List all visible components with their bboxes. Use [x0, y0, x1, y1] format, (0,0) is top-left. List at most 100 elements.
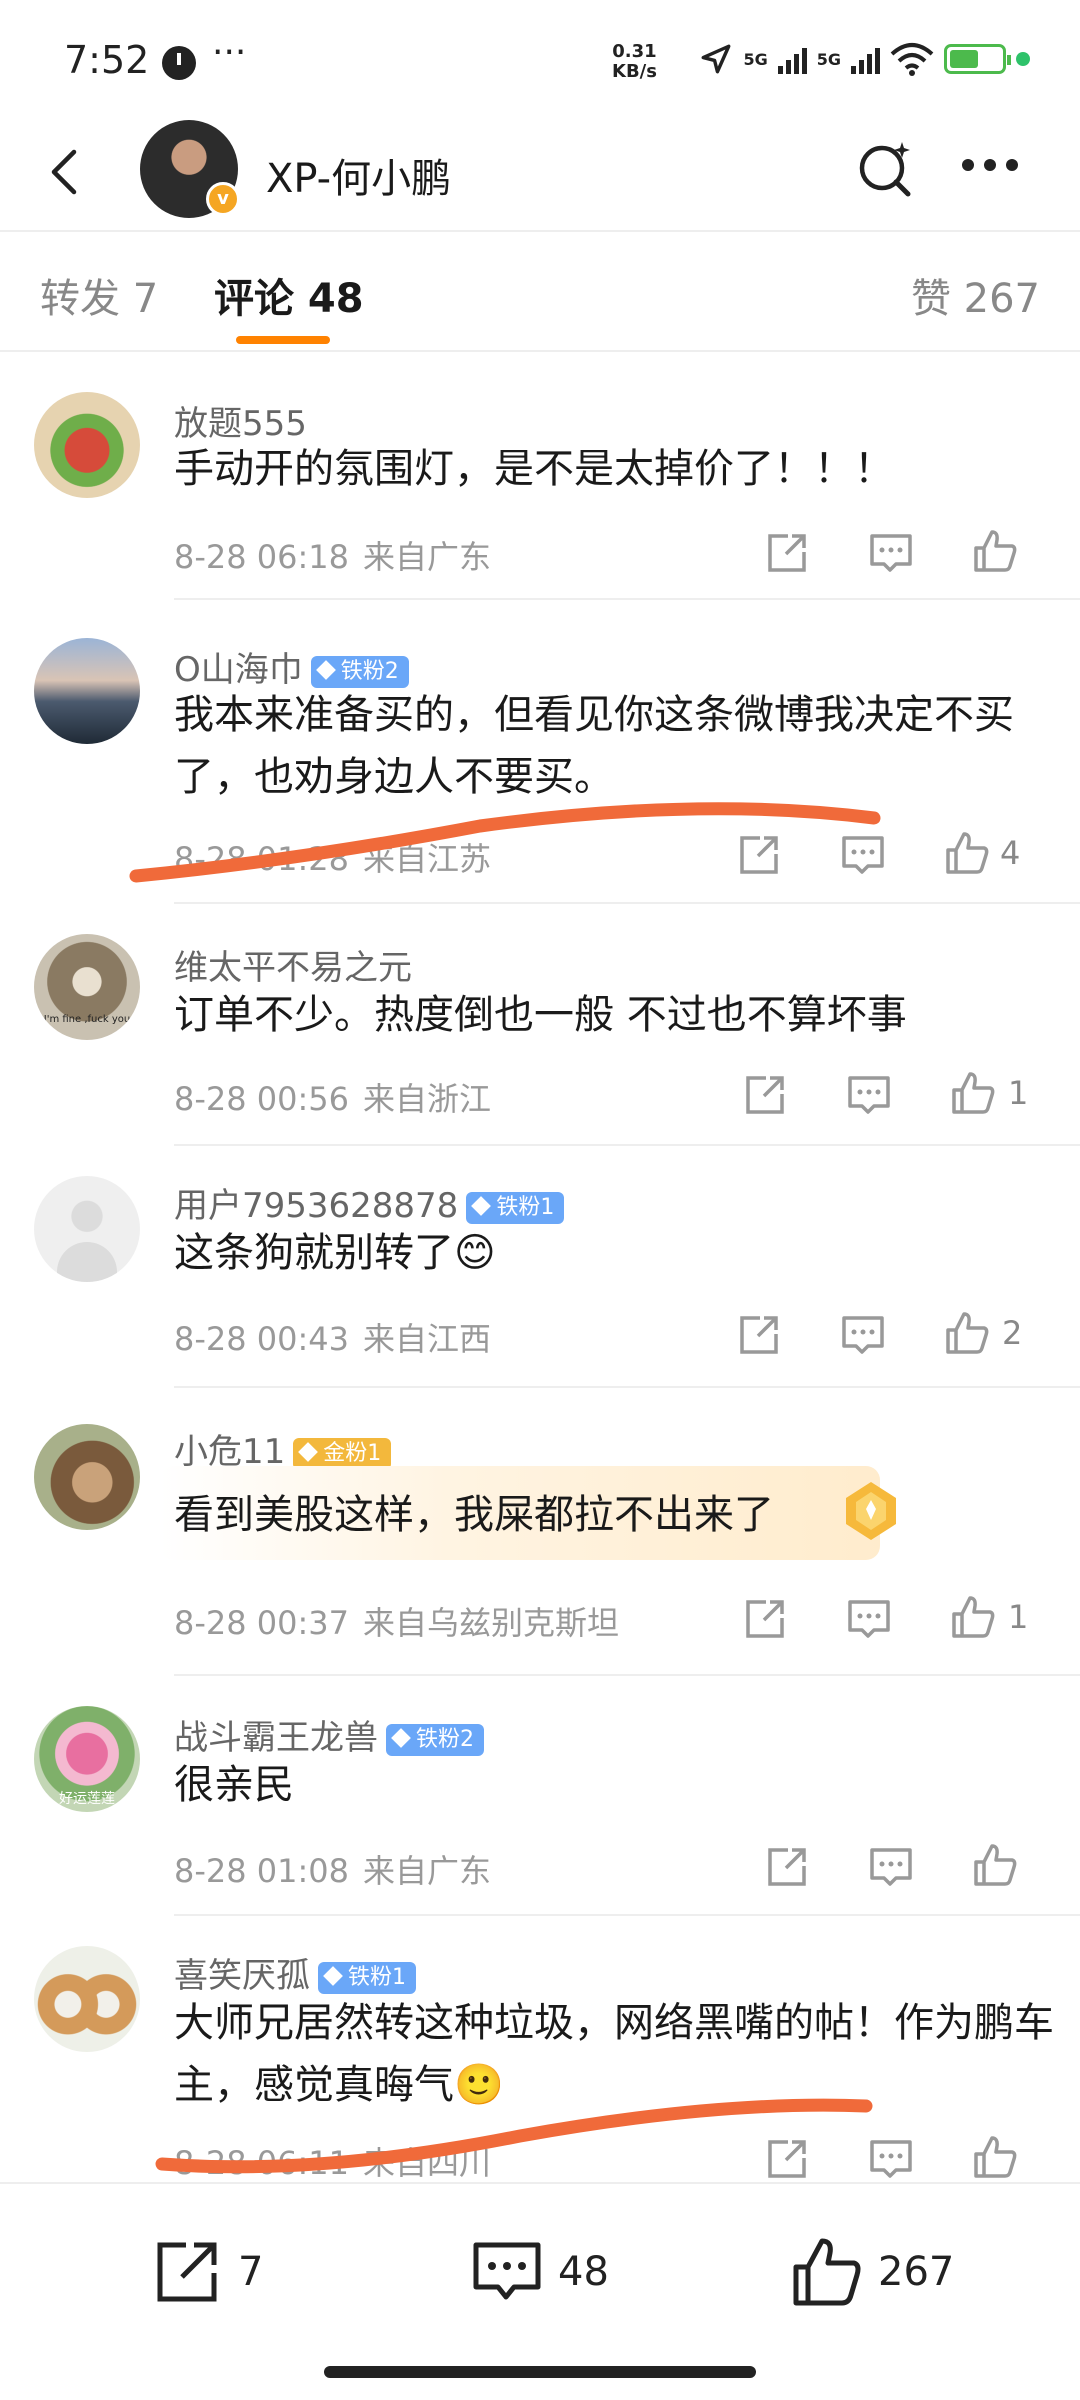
share-icon[interactable] [736, 1312, 782, 1358]
comment-text: 手动开的氛围灯，是不是太掉价了！！！ [174, 446, 894, 492]
comment-meta: 8-28 00:37 来自乌兹别克斯坦 [174, 1598, 619, 1644]
commenter-name[interactable]: 喜笑厌孤 [174, 1956, 310, 1996]
default-avatar-body [57, 1242, 117, 1282]
reply-icon[interactable] [846, 1596, 892, 1642]
commenter-avatar[interactable] [34, 392, 140, 498]
commenter-avatar[interactable]: 好运莲莲 [34, 1706, 140, 1812]
comment-location: 来自广东 [363, 538, 492, 576]
location-arrow-icon [702, 44, 731, 74]
commenter-name-row: 喜笑厌孤 铁粉1 [174, 1948, 416, 1997]
comment-location: 来自浙江 [363, 1080, 492, 1118]
like-count: 1 [1008, 1074, 1029, 1112]
clock-app-icon [162, 46, 196, 80]
share-icon[interactable] [742, 1072, 788, 1118]
like-thumb-icon[interactable] [972, 1842, 1018, 1888]
comment-text: 我本来准备买的，但看见你这条微博我决定不买了，也劝身边人不要买。 [174, 692, 1014, 800]
share-icon[interactable] [736, 832, 782, 878]
weibo-header: v XP-何小鹏 [0, 120, 1080, 230]
comment-divider [174, 902, 1080, 904]
signal-1-icon [777, 44, 807, 74]
like-count: 4 [1000, 834, 1021, 872]
fan-badge: 铁粉2 [310, 655, 409, 688]
repost-icon [157, 2242, 217, 2302]
reply-icon[interactable] [840, 1312, 886, 1358]
comment-divider [174, 598, 1080, 600]
like-thumb-icon [793, 2238, 861, 2306]
comment-divider [174, 1674, 1080, 1676]
reply-icon[interactable] [868, 530, 914, 576]
comment-divider [174, 1914, 1080, 1916]
commenter-avatar[interactable] [34, 1946, 140, 2052]
comment-date: 8-28 06:11 [174, 2144, 350, 2182]
like-thumb-icon[interactable] [950, 1070, 996, 1116]
wifi-icon [890, 43, 934, 76]
comment-date: 8-28 00:43 [174, 1320, 350, 1358]
signal-2-icon [851, 44, 880, 74]
fan-badge-label: 铁粉1 [348, 1964, 406, 1990]
comment-location: 来自广东 [363, 1852, 492, 1890]
comment-text: 看到美股这样，我屎都拉不出来了 [174, 1492, 774, 1538]
commenter-avatar[interactable] [34, 638, 140, 744]
reply-icon[interactable] [868, 1844, 914, 1890]
battery-icon [944, 44, 1011, 74]
comment-date: 8-28 06:18 [174, 538, 350, 576]
back-arrow-icon[interactable] [36, 142, 96, 202]
share-icon[interactable] [764, 1844, 810, 1890]
like-thumb-icon[interactable] [944, 830, 990, 876]
commenter-name-row: 战斗霸王龙兽 铁粉2 [174, 1710, 484, 1759]
comment-meta: 8-28 01:28 来自江苏 [174, 834, 491, 880]
commenter-name-row: 用户7953628878 铁粉1 [174, 1178, 565, 1227]
commenter-avatar[interactable]: I'm fine ,fuck you [34, 934, 140, 1040]
bottom-action-bar: 7 48 267 [0, 2182, 1080, 2342]
comment-location: 来自乌兹别克斯坦 [363, 1604, 620, 1642]
verified-badge-icon: v [206, 182, 240, 216]
repost-button[interactable]: 7 [150, 2232, 263, 2312]
default-avatar[interactable] [34, 1176, 140, 1282]
reply-icon[interactable] [868, 2136, 914, 2182]
tab-likes[interactable]: 赞 267 [911, 266, 1040, 324]
comment-text: 很亲民 [174, 1762, 294, 1808]
share-icon[interactable] [764, 2136, 810, 2182]
reply-icon[interactable] [840, 832, 886, 878]
comment-meta: 8-28 00:56 来自浙江 [174, 1074, 491, 1120]
comment-location: 来自江西 [363, 1320, 492, 1358]
crown-icon [298, 1441, 319, 1462]
more-notifications-icon: ··· [212, 32, 247, 73]
commenter-name[interactable]: 用户7953628878 [174, 1186, 458, 1226]
author-name[interactable]: XP-何小鹏 [266, 146, 451, 204]
like-count: 2 [1002, 1314, 1023, 1352]
like-thumb-icon[interactable] [950, 1594, 996, 1640]
fan-badge-label: 铁粉1 [496, 1194, 555, 1220]
comment-count: 48 [558, 2249, 609, 2295]
active-tab-indicator [236, 336, 330, 344]
like-button[interactable]: 267 [790, 2232, 954, 2312]
share-icon[interactable] [742, 1596, 788, 1642]
like-thumb-icon[interactable] [972, 2134, 1018, 2180]
search-icon[interactable] [852, 134, 922, 204]
more-options-icon[interactable] [962, 150, 1032, 180]
fan-badge: 金粉1 [293, 1437, 392, 1470]
share-icon[interactable] [764, 530, 810, 576]
diamond-icon [323, 1965, 343, 1986]
like-thumb-icon[interactable] [972, 528, 1018, 574]
home-indicator[interactable] [324, 2366, 756, 2378]
avatar-caption: I'm fine ,fuck you [43, 1014, 131, 1025]
sim2-5g-label: 5G [816, 49, 841, 69]
tab-comments[interactable]: 评论 48 [214, 266, 364, 324]
network-speed: 0.31 KB/s [612, 42, 657, 82]
fan-badge-label: 铁粉2 [416, 1726, 474, 1752]
reply-icon[interactable] [846, 1072, 892, 1118]
like-thumb-icon[interactable] [944, 1310, 990, 1356]
comment-date: 8-28 00:37 [174, 1604, 350, 1642]
comment-meta: 8-28 06:11 来自四川 [174, 2138, 491, 2184]
commenter-name[interactable]: 维太平不易之元 [174, 940, 412, 989]
like-count: 267 [878, 2249, 955, 2295]
status-time: 7:52 [64, 38, 150, 82]
commenter-name[interactable]: 战斗霸王龙兽 [174, 1718, 378, 1758]
comment-button[interactable]: 48 [470, 2232, 609, 2312]
commenter-avatar[interactable] [34, 1424, 140, 1530]
privacy-indicator-dot [1016, 52, 1030, 66]
comment-date: 8-28 01:08 [174, 1852, 350, 1890]
tab-reposts[interactable]: 转发 7 [40, 266, 158, 324]
comment-date: 8-28 00:56 [174, 1080, 350, 1118]
